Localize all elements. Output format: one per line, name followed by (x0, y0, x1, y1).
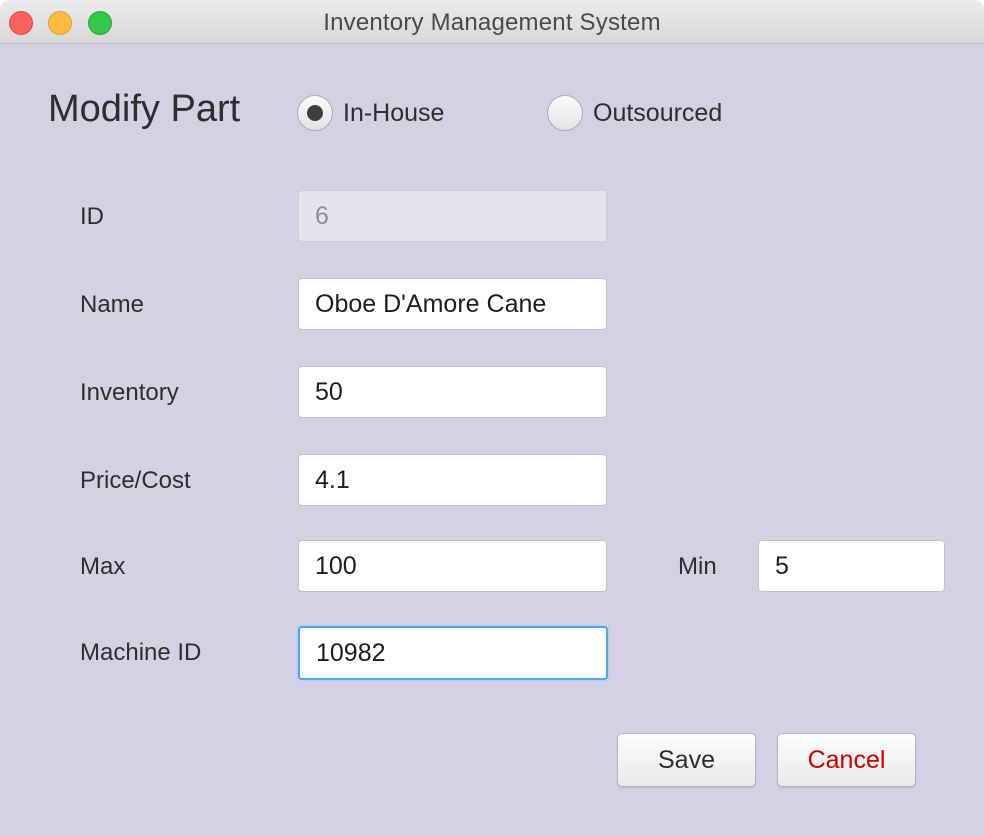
max-label: Max (80, 553, 126, 580)
inventory-label: Inventory (80, 379, 179, 406)
max-field[interactable] (298, 540, 607, 592)
machine-id-label: Machine ID (80, 639, 202, 666)
in-house-label: In-House (343, 98, 445, 127)
outsourced-label: Outsourced (593, 98, 723, 127)
inventory-field[interactable] (298, 366, 607, 418)
outsourced-radio-option[interactable]: Outsourced (547, 94, 722, 132)
cancel-button[interactable]: Cancel (777, 733, 916, 787)
machine-id-field[interactable] (298, 626, 608, 680)
page-title: Modify Part (48, 88, 241, 130)
name-field[interactable] (298, 278, 607, 330)
id-field (298, 190, 607, 242)
min-field[interactable] (758, 540, 945, 592)
window-title: Inventory Management System (323, 9, 661, 36)
in-house-radio-option[interactable]: In-House (297, 94, 444, 132)
name-label: Name (80, 291, 145, 318)
outsourced-radio[interactable] (547, 95, 583, 131)
id-label: ID (80, 203, 104, 230)
in-house-radio[interactable] (297, 95, 333, 131)
title-bar[interactable]: Inventory Management System (0, 0, 984, 44)
save-button[interactable]: Save (617, 733, 756, 787)
price-cost-label: Price/Cost (80, 467, 191, 494)
price-cost-field[interactable] (298, 454, 607, 506)
min-label: Min (678, 553, 717, 580)
app-window: Inventory Management System Modify Part … (0, 0, 984, 836)
